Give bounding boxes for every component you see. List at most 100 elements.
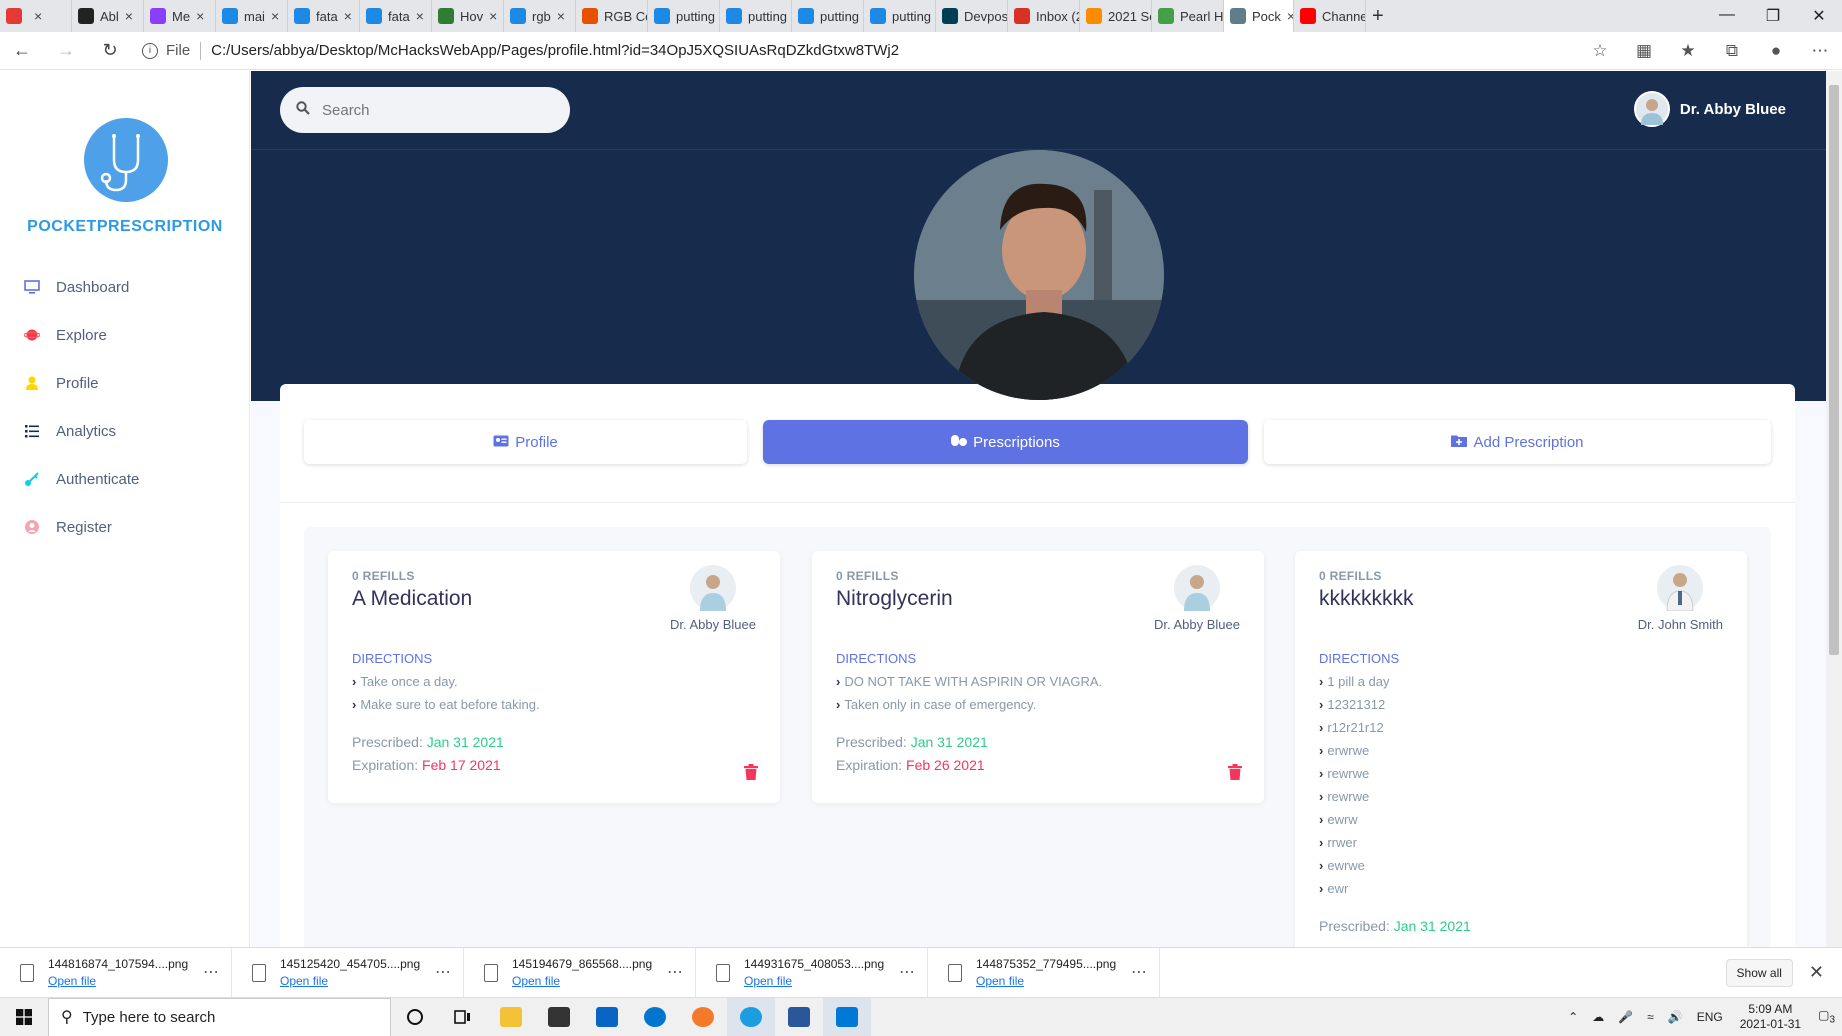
browser-tab[interactable]: Hov × (432, 0, 504, 32)
sidebar-item-authenticate[interactable]: Authenticate (0, 455, 250, 503)
dell-icon[interactable] (631, 998, 679, 1036)
more-options-icon[interactable]: ⋯ (1131, 962, 1147, 982)
browser-tab[interactable]: 2021 Sea× (1080, 0, 1152, 32)
favorites-icon[interactable]: ★ (1666, 41, 1710, 61)
microphone-icon[interactable]: 🎤 (1618, 1010, 1633, 1024)
download-item[interactable]: 144931675_408053....png Open file ⋯ (696, 947, 928, 998)
more-options-icon[interactable]: ⋯ (203, 962, 219, 982)
reload-icon[interactable]: ↻ (88, 40, 132, 61)
tab-prescriptions[interactable]: Prescriptions (763, 420, 1248, 464)
close-tab-icon[interactable]: × (196, 8, 204, 24)
trash-icon[interactable] (1228, 764, 1242, 785)
notification-icon[interactable]: ▢3 (1818, 1008, 1835, 1025)
show-all-button[interactable]: Show all (1725, 958, 1793, 987)
close-tab-icon[interactable]: × (489, 8, 497, 24)
close-tab-icon[interactable]: × (416, 8, 424, 24)
tab-add-prescription[interactable]: Add Prescription (1264, 420, 1771, 464)
volume-icon[interactable]: 🔊 (1668, 1010, 1683, 1024)
open-file-link[interactable]: Open file (744, 974, 884, 988)
language-indicator[interactable]: ENG (1697, 1010, 1723, 1024)
profile-avatar-icon[interactable]: ● (1754, 41, 1798, 61)
url-text[interactable]: C:/Users/abbya/Desktop/McHacksWebApp/Pag… (211, 42, 899, 59)
browser-tab[interactable]: rgb × (504, 0, 576, 32)
browser-tab[interactable]: Devpost× (936, 0, 1008, 32)
onedrive-icon[interactable]: ☁ (1592, 1010, 1604, 1024)
cortana-icon[interactable] (391, 998, 439, 1036)
sidebar-item-profile[interactable]: Profile (0, 359, 250, 407)
browser-tab[interactable]: Pock × (1224, 0, 1294, 32)
user-name[interactable]: Dr. Abby Bluee (1680, 101, 1786, 118)
browser-tab[interactable]: Abl × (72, 0, 144, 32)
browser-tab[interactable]: fata × (360, 0, 432, 32)
wifi-icon[interactable]: ≈ (1647, 1010, 1654, 1024)
forward-icon[interactable]: → (44, 40, 88, 61)
download-item[interactable]: 145194679_865568....png Open file ⋯ (464, 947, 696, 998)
sidebar-item-explore[interactable]: Explore (0, 311, 250, 359)
browser-tab[interactable]: Channel× (1294, 0, 1366, 32)
scrollbar-thumb[interactable] (1829, 85, 1839, 655)
open-file-link[interactable]: Open file (48, 974, 188, 988)
browser-tab[interactable]: putting a× (720, 0, 792, 32)
close-tab-icon[interactable]: × (34, 8, 42, 24)
search-input[interactable] (322, 101, 542, 119)
avatar[interactable] (1633, 91, 1670, 127)
browser-tab[interactable]: Inbox (2× (1008, 0, 1080, 32)
browser-tab[interactable]: putting a× (792, 0, 864, 32)
close-window-icon[interactable]: ✕ (1796, 6, 1842, 26)
more-options-icon[interactable]: ⋯ (435, 962, 451, 982)
close-tab-icon[interactable]: × (1287, 8, 1293, 24)
blender-icon[interactable] (679, 998, 727, 1036)
close-tab-icon[interactable]: × (271, 8, 279, 24)
search-box[interactable] (280, 87, 570, 133)
close-icon[interactable]: ✕ (1809, 962, 1824, 983)
close-tab-icon[interactable]: × (125, 8, 133, 24)
windows-start-icon[interactable] (0, 998, 48, 1036)
close-tab-icon[interactable]: × (557, 8, 565, 24)
sidebar-item-analytics[interactable]: Analytics (0, 407, 250, 455)
browser-tab[interactable]: RGB Colo× (576, 0, 648, 32)
chevron-up-icon[interactable]: ⌃ (1568, 1010, 1578, 1024)
download-item[interactable]: 144816874_107594....png Open file ⋯ (0, 947, 232, 998)
more-menu-icon[interactable]: ⋯ (1798, 41, 1842, 61)
browser-tab[interactable]: putting a× (648, 0, 720, 32)
brand-name[interactable]: POCKETPRESCRIPTION (0, 218, 250, 236)
close-tab-icon[interactable]: × (344, 8, 352, 24)
browser-tab[interactable]: Pearl Ha× (1152, 0, 1224, 32)
sidebar-item-dashboard[interactable]: Dashboard (0, 263, 250, 311)
browser-tab[interactable]: mai × (216, 0, 288, 32)
stethoscope-logo-icon[interactable] (84, 118, 168, 202)
browser-tab[interactable]: × (0, 0, 72, 32)
browser-tab[interactable]: Me × (144, 0, 216, 32)
open-file-link[interactable]: Open file (280, 974, 420, 988)
download-item[interactable]: 145125420_454705....png Open file ⋯ (232, 947, 464, 998)
store-icon[interactable] (535, 998, 583, 1036)
page-scrollbar[interactable] (1826, 71, 1842, 947)
download-item[interactable]: 144875352_779495....png Open file ⋯ (928, 947, 1160, 998)
edge-icon[interactable] (727, 997, 775, 1036)
file-explorer-icon[interactable] (487, 998, 535, 1036)
user-menu[interactable]: Dr. Abby Bluee (1633, 91, 1786, 127)
back-icon[interactable]: ← (0, 40, 44, 61)
open-file-link[interactable]: Open file (976, 974, 1116, 988)
new-tab-icon[interactable]: + (1366, 0, 1390, 32)
extension-icon[interactable]: ▦ (1622, 41, 1666, 61)
open-file-link[interactable]: Open file (512, 974, 652, 988)
add-favorite-icon[interactable]: ☆ (1578, 41, 1622, 61)
url-field[interactable]: i File C:/Users/abbya/Desktop/McHacksWeb… (142, 41, 899, 60)
maximize-icon[interactable]: ❐ (1750, 6, 1796, 26)
task-view-icon[interactable] (439, 998, 487, 1036)
browser-tab[interactable]: putting a× (864, 0, 936, 32)
more-options-icon[interactable]: ⋯ (667, 962, 683, 982)
mail-icon[interactable] (583, 998, 631, 1036)
clock[interactable]: 5:09 AM 2021-01-31 (1740, 1002, 1801, 1032)
taskbar-search[interactable]: ⚲ Type here to search (48, 997, 391, 1036)
trash-icon[interactable] (744, 764, 758, 785)
sidebar-item-register[interactable]: Register (0, 503, 250, 551)
browser-tab[interactable]: fata × (288, 0, 360, 32)
word-icon[interactable] (775, 998, 823, 1036)
info-icon[interactable]: i (142, 42, 158, 59)
collections-icon[interactable]: ⧉ (1710, 41, 1754, 61)
more-options-icon[interactable]: ⋯ (899, 962, 915, 982)
minimize-icon[interactable]: — (1704, 6, 1750, 26)
vscode-icon[interactable] (823, 997, 871, 1036)
